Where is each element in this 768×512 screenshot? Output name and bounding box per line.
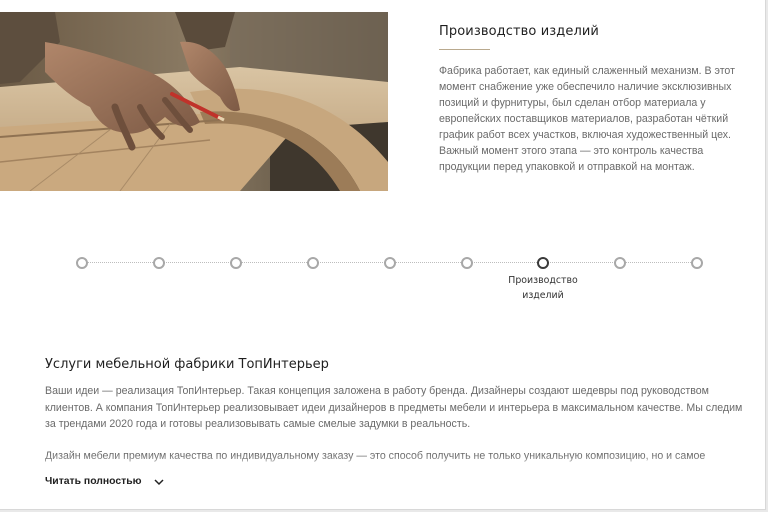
timeline-label-line2: изделий	[522, 290, 564, 301]
hero-title: Производство изделий	[439, 24, 599, 39]
timeline-step-8[interactable]	[614, 257, 626, 269]
timeline-step-4[interactable]	[307, 257, 319, 269]
read-more-button[interactable]: Читать полностью	[45, 476, 164, 487]
services-title: Услуги мебельной фабрики ТопИнтерьер	[45, 357, 329, 372]
process-timeline: Производство изделий	[76, 257, 706, 307]
timeline-active-label: Производство изделий	[488, 273, 598, 303]
services-paragraph-1: Ваши идеи — реализация ТопИнтерьер. Така…	[45, 385, 743, 430]
chevron-down-icon	[153, 477, 164, 487]
craftsman-photo	[0, 12, 388, 191]
timeline-step-2[interactable]	[153, 257, 165, 269]
read-more-label: Читать полностью	[45, 476, 142, 487]
title-underline	[439, 49, 490, 50]
timeline-step-9[interactable]	[691, 257, 703, 269]
timeline-step-1[interactable]	[76, 257, 88, 269]
timeline-step-6[interactable]	[461, 257, 473, 269]
timeline-step-5[interactable]	[384, 257, 396, 269]
timeline-step-7-active[interactable]	[537, 257, 549, 269]
timeline-step-3[interactable]	[230, 257, 242, 269]
timeline-label-line1: Производство	[508, 275, 578, 286]
hero-description: Фабрика работает, как единый слаженный м…	[439, 65, 735, 173]
page: Производство изделий Фабрика работает, к…	[0, 0, 766, 510]
hero-text-block: Производство изделий Фабрика работает, к…	[439, 24, 739, 175]
text-fade-overlay	[0, 455, 765, 473]
services-text: Ваши идеи — реализация ТопИнтерьер. Така…	[45, 383, 745, 465]
